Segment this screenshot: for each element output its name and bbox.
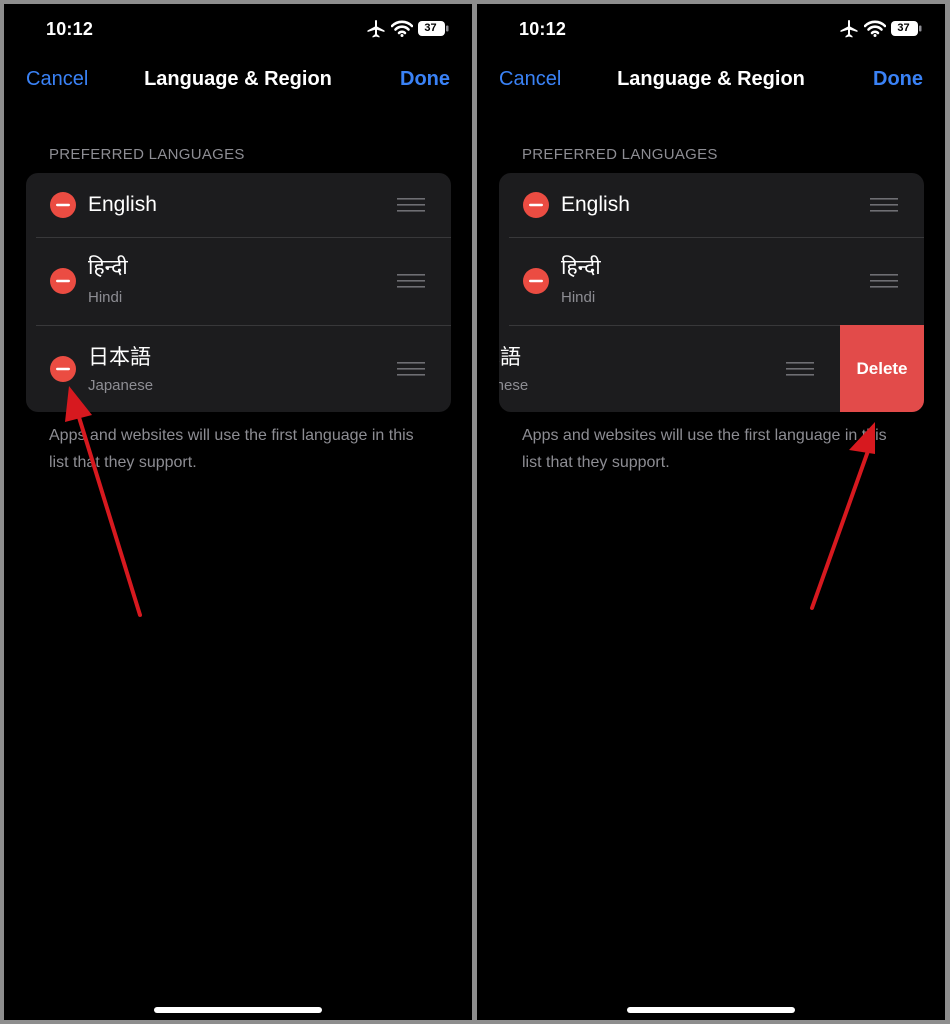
minus-circle-icon[interactable] — [49, 267, 77, 295]
minus-circle-icon[interactable] — [49, 191, 77, 219]
language-name: English — [561, 193, 630, 216]
navigation-bar: Cancel Language & Region Done — [477, 64, 945, 100]
footer-note: Apps and websites will use the first lan… — [522, 427, 887, 471]
airplane-icon — [367, 20, 385, 38]
language-subtitle: Japanese — [88, 377, 154, 394]
language-row-japanese-swiped[interactable]: 本語 panese Delete — [499, 325, 924, 412]
status-time: 10:12 — [519, 19, 567, 39]
navigation-bar: Cancel Language & Region Done — [4, 64, 472, 100]
reorder-icon[interactable] — [870, 274, 898, 288]
language-row-english[interactable]: English — [26, 173, 451, 237]
preferred-languages-list: English हिन्दी Hindi 本語 panese Delete — [499, 173, 924, 412]
language-name: हिन्दी — [561, 256, 601, 279]
battery-level: 37 — [424, 22, 437, 34]
phone-screen-right: 10:12 37 Cancel Language & Region Done P… — [477, 4, 945, 1020]
reorder-icon[interactable] — [397, 198, 425, 212]
language-name: 日本語 — [88, 346, 151, 369]
status-time: 10:12 — [46, 19, 94, 39]
language-name: 本語 — [499, 346, 521, 369]
minus-circle-icon[interactable] — [522, 267, 550, 295]
language-subtitle: panese — [499, 377, 529, 394]
home-indicator[interactable] — [154, 1007, 322, 1013]
language-name: हिन्दी — [88, 256, 128, 279]
phone-screen-left: 10:12 37 Cancel Language & Region Done P… — [4, 4, 472, 1020]
wifi-icon — [864, 20, 886, 37]
reorder-icon[interactable] — [870, 198, 898, 212]
minus-circle-icon[interactable] — [49, 355, 77, 383]
battery-level: 37 — [897, 22, 910, 34]
status-bar: 10:12 37 — [477, 4, 945, 60]
reorder-icon[interactable] — [397, 274, 425, 288]
wifi-icon — [391, 20, 413, 37]
language-row-english[interactable]: English — [499, 173, 924, 237]
done-button[interactable]: Done — [873, 68, 923, 91]
home-indicator[interactable] — [627, 1007, 795, 1013]
language-row-japanese[interactable]: 日本語 Japanese — [26, 325, 451, 412]
language-row-hindi[interactable]: हिन्दी Hindi — [26, 237, 451, 325]
airplane-icon — [840, 20, 858, 38]
language-subtitle: Hindi — [88, 289, 123, 306]
done-button[interactable]: Done — [400, 68, 450, 91]
language-row-hindi[interactable]: हिन्दी Hindi — [499, 237, 924, 325]
language-subtitle: Hindi — [561, 289, 596, 306]
minus-circle-icon[interactable] — [522, 191, 550, 219]
reorder-icon[interactable] — [786, 362, 814, 376]
section-header: PREFERRED LANGUAGES — [522, 146, 718, 163]
status-bar: 10:12 37 — [4, 4, 472, 60]
reorder-icon[interactable] — [397, 362, 425, 376]
section-header: PREFERRED LANGUAGES — [49, 146, 245, 163]
footer-note: Apps and websites will use the first lan… — [49, 427, 414, 471]
delete-button[interactable]: Delete — [840, 325, 924, 412]
preferred-languages-list: English हिन्दी Hindi 日本語 Japanese — [26, 173, 451, 412]
language-name: English — [88, 193, 157, 216]
